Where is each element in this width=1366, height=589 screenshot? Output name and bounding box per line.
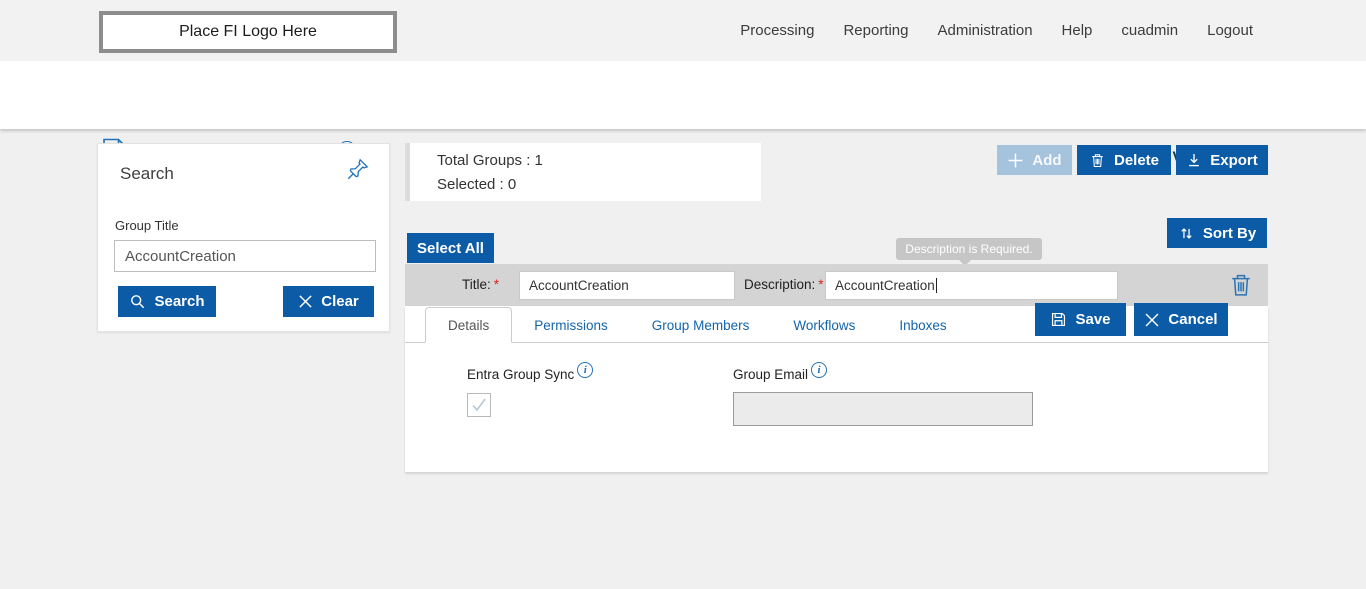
- group-title-search-input[interactable]: [114, 240, 376, 272]
- entra-info-icon[interactable]: i: [577, 362, 593, 378]
- nav-item-cuadmin[interactable]: cuadmin: [1121, 22, 1178, 39]
- clear-button-label: Clear: [321, 293, 359, 310]
- group-title-input[interactable]: [519, 271, 735, 300]
- sort-by-label: Sort By: [1203, 225, 1256, 242]
- tab-permissions[interactable]: Permissions: [512, 307, 630, 343]
- top-navigation: Processing Reporting Administration Help…: [740, 0, 1253, 61]
- export-button-label: Export: [1210, 152, 1258, 169]
- text-cursor: [936, 278, 937, 293]
- search-button-label: Search: [154, 293, 204, 310]
- required-asterisk: *: [494, 277, 499, 292]
- save-button[interactable]: Save: [1035, 303, 1126, 336]
- search-button[interactable]: Search: [118, 286, 216, 317]
- group-email-input: [733, 392, 1033, 426]
- nav-item-logout[interactable]: Logout: [1207, 22, 1253, 39]
- total-groups-count: Total Groups : 1: [437, 152, 543, 169]
- add-button[interactable]: Add: [997, 145, 1072, 175]
- select-all-label: Select All: [417, 240, 484, 257]
- sort-arrows-icon: [1178, 225, 1195, 242]
- group-summary-box: Total Groups : 1 Selected : 0: [405, 143, 761, 201]
- nav-item-reporting[interactable]: Reporting: [843, 22, 908, 39]
- selected-count: Selected : 0: [437, 176, 516, 193]
- description-field-label: Description:*: [744, 277, 824, 292]
- delete-button-label: Delete: [1114, 152, 1159, 169]
- export-button[interactable]: Export: [1176, 145, 1268, 175]
- description-value: AccountCreation: [835, 278, 935, 293]
- title-field-label: Title:*: [462, 277, 499, 292]
- row-trash-icon[interactable]: [1227, 270, 1255, 300]
- page-header: Group Maintenance i Kinective Sign: [0, 61, 1366, 129]
- entra-group-sync-label: Entra Group Sync i: [467, 366, 593, 382]
- top-bar: Place FI Logo Here Processing Reporting …: [0, 0, 1366, 61]
- group-description-input[interactable]: AccountCreation: [825, 271, 1118, 300]
- tab-details[interactable]: Details: [425, 307, 512, 343]
- save-button-label: Save: [1075, 311, 1110, 328]
- group-detail-panel: Details Permissions Group Members Workfl…: [405, 306, 1268, 472]
- add-button-label: Add: [1032, 152, 1061, 169]
- group-email-info-icon[interactable]: i: [811, 362, 827, 378]
- delete-button[interactable]: Delete: [1077, 145, 1171, 175]
- close-icon: [298, 294, 313, 309]
- tooltip-text: Description is Required.: [905, 242, 1032, 256]
- search-panel-title: Search: [120, 164, 174, 184]
- group-maintenance-page: Place FI Logo Here Processing Reporting …: [0, 0, 1366, 589]
- required-asterisk: *: [818, 277, 823, 292]
- nav-item-administration[interactable]: Administration: [938, 22, 1033, 39]
- fi-logo-placeholder[interactable]: Place FI Logo Here: [99, 11, 397, 53]
- tab-workflows[interactable]: Workflows: [771, 307, 877, 343]
- plus-icon: [1007, 152, 1024, 169]
- pin-icon[interactable]: [345, 156, 371, 182]
- save-icon: [1050, 311, 1067, 328]
- tab-group-members[interactable]: Group Members: [630, 307, 772, 343]
- group-row: Title:* Description:* AccountCreation: [405, 264, 1268, 306]
- search-icon: [129, 293, 146, 310]
- group-title-label: Group Title: [115, 218, 179, 233]
- fi-logo-text: Place FI Logo Here: [179, 23, 317, 41]
- cancel-button[interactable]: Cancel: [1134, 303, 1228, 336]
- close-icon: [1144, 312, 1160, 328]
- tab-inboxes[interactable]: Inboxes: [877, 307, 968, 343]
- description-required-tooltip: Description is Required.: [896, 238, 1042, 260]
- check-icon: [470, 396, 488, 414]
- search-panel: Search Group Title Search Clear: [97, 143, 390, 332]
- trash-icon: [1089, 152, 1106, 169]
- clear-button[interactable]: Clear: [283, 286, 374, 317]
- download-icon: [1186, 152, 1202, 168]
- nav-item-help[interactable]: Help: [1062, 22, 1093, 39]
- cancel-button-label: Cancel: [1168, 311, 1217, 328]
- group-email-label: Group Email i: [733, 366, 827, 382]
- nav-item-processing[interactable]: Processing: [740, 22, 814, 39]
- sort-by-button[interactable]: Sort By: [1167, 218, 1267, 248]
- select-all-button[interactable]: Select All: [407, 233, 494, 263]
- entra-group-sync-checkbox[interactable]: [467, 393, 491, 417]
